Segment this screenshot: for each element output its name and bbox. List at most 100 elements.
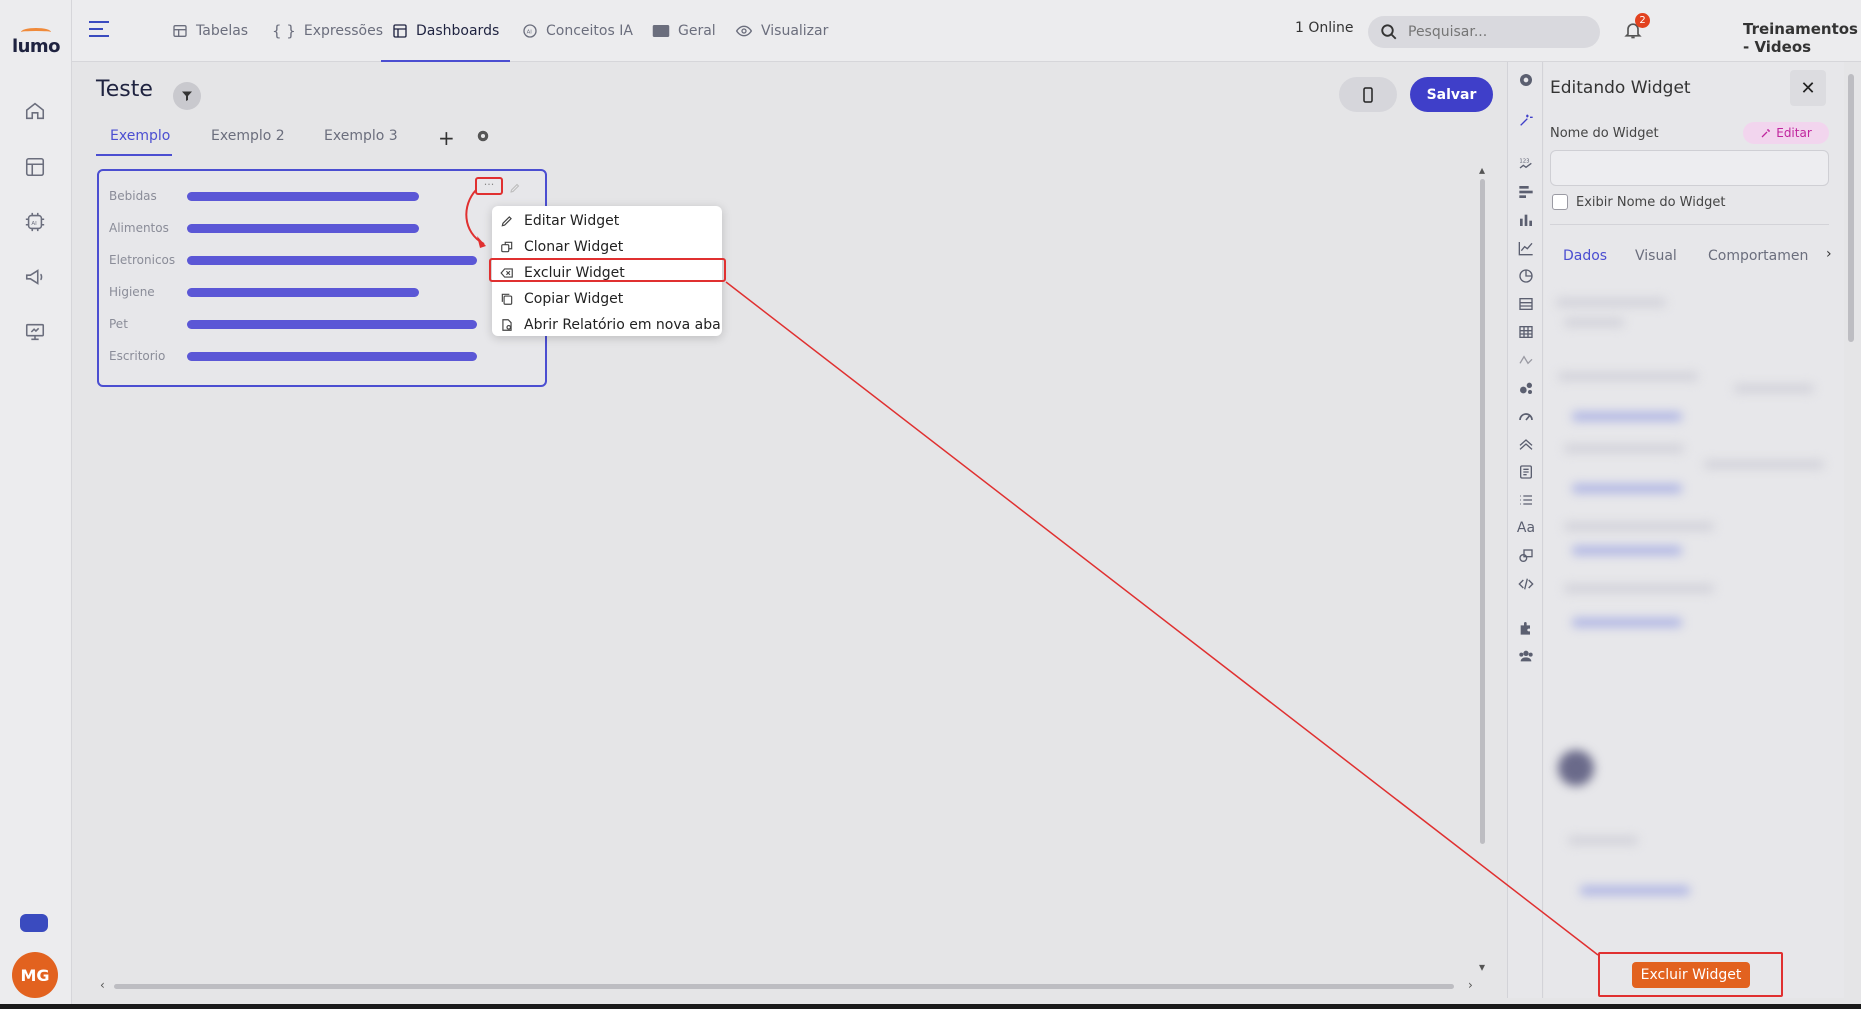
scroll-thumb[interactable] [1480, 179, 1485, 844]
text-icon[interactable]: Aa [1516, 518, 1536, 538]
tab-exemplo-2[interactable]: Exemplo 2 [211, 128, 285, 144]
gauge-icon[interactable] [1516, 406, 1536, 426]
chart-category-label: Higiene [109, 285, 155, 299]
app-logo[interactable]: lumo [8, 28, 64, 57]
tab-comportamento[interactable]: Comportamen [1708, 248, 1808, 264]
nav-dashboards-label: Dashboards [416, 23, 500, 39]
nav-expressoes-label: Expressões [303, 23, 383, 39]
number-card-icon[interactable]: 123 [1516, 154, 1536, 174]
chart-bar[interactable] [187, 319, 477, 329]
divider [1550, 224, 1829, 225]
bar-chart-icon[interactable] [1516, 210, 1536, 230]
panel-title: Editando Widget [1550, 78, 1691, 98]
show-name-label: Exibir Nome do Widget [1576, 194, 1726, 210]
chart-bar[interactable] [187, 287, 419, 297]
widget-name-input[interactable] [1550, 150, 1829, 186]
scroll-thumb[interactable] [1848, 74, 1854, 342]
list-card-icon[interactable] [1516, 294, 1536, 314]
nav-geral[interactable]: Geral [652, 18, 716, 44]
shapes-icon[interactable] [1516, 546, 1536, 566]
presentation-icon[interactable] [18, 315, 52, 349]
save-button[interactable]: Salvar [1410, 77, 1493, 112]
puzzle-icon[interactable] [1516, 618, 1536, 638]
widget-editor-panel: Editando Widget ✕ Nome do Widget Editar … [1544, 62, 1844, 998]
tab-exemplo[interactable]: Exemplo [110, 128, 170, 144]
code-icon[interactable] [1516, 574, 1536, 594]
megaphone-icon[interactable] [18, 260, 52, 294]
menu-item-copiar-widget[interactable]: Copiar Widget [492, 286, 722, 312]
map-icon[interactable] [1516, 350, 1536, 370]
search-input[interactable] [1408, 24, 1578, 40]
clone-icon [501, 241, 513, 253]
chart-category-label: Pet [109, 317, 128, 331]
show-name-row[interactable]: Exibir Nome do Widget [1552, 194, 1725, 210]
chart-bar[interactable] [187, 223, 419, 233]
left-sidebar: lumo AI MG [0, 0, 72, 1009]
top-navigation: Tabelas { } Expressões Dashboards AI Con… [72, 0, 1861, 62]
logo-text: lumo [11, 36, 61, 57]
table-icon[interactable] [1516, 322, 1536, 342]
pencil-icon [501, 216, 512, 227]
tab-dados[interactable]: Dados [1563, 248, 1607, 264]
add-tab-icon[interactable]: + [438, 126, 455, 150]
chart-bar[interactable] [187, 191, 419, 201]
users-icon[interactable] [1516, 646, 1536, 666]
avatar[interactable]: MG [12, 952, 58, 998]
menu-item-abrir-relatorio[interactable]: Abrir Relatório em nova aba [492, 312, 722, 338]
nav-visualizar[interactable]: Visualizar [735, 18, 828, 44]
pie-chart-icon[interactable] [1516, 266, 1536, 286]
tab-visual[interactable]: Visual [1635, 248, 1677, 264]
list-icon[interactable] [1516, 490, 1536, 510]
close-icon[interactable]: ✕ [1790, 70, 1826, 106]
horizontal-bar-chart-icon[interactable] [1516, 182, 1536, 202]
dashboard-icon[interactable] [18, 150, 52, 184]
notification-badge: 2 [1635, 13, 1650, 28]
tab-settings-gear-icon[interactable] [476, 128, 492, 144]
mobile-preview-button[interactable] [1339, 77, 1397, 112]
tab-exemplo-3[interactable]: Exemplo 3 [324, 128, 398, 144]
panel-scrollbar[interactable] [1846, 62, 1856, 998]
magic-wand-icon [1761, 129, 1771, 138]
chat-icon[interactable] [20, 914, 48, 932]
scroll-left-arrow-icon[interactable]: ‹ [100, 978, 105, 992]
search-box[interactable] [1368, 16, 1600, 48]
menu-item-editar-widget[interactable]: Editar Widget [492, 208, 722, 234]
chart-bar[interactable] [187, 351, 477, 361]
show-name-checkbox[interactable] [1552, 194, 1568, 210]
nav-conceitos-ia[interactable]: AI Conceitos IA [522, 18, 633, 44]
scroll-thumb[interactable] [114, 984, 1454, 989]
ai-icon: AI [523, 24, 537, 38]
chart-bar[interactable] [187, 255, 477, 265]
document-icon[interactable] [1516, 462, 1536, 482]
edit-name-button[interactable]: Editar [1743, 122, 1829, 144]
home-icon[interactable] [18, 94, 52, 128]
area-chart-icon[interactable] [1516, 434, 1536, 454]
canvas-horizontal-scrollbar[interactable]: ‹ › [96, 978, 1480, 994]
nav-tabelas[interactable]: Tabelas [172, 18, 248, 44]
line-chart-icon[interactable] [1516, 238, 1536, 258]
nav-conceitos-ia-label: Conceitos IA [546, 23, 633, 39]
menu-item-label: Copiar Widget [524, 291, 624, 307]
bar-chart-widget[interactable]: Bebidas Alimentos Eletronicos Higiene Pet Esc… [97, 169, 547, 387]
chart-bar-row: Bebidas [109, 189, 419, 203]
widget-edit-icon[interactable] [509, 179, 521, 193]
chevron-right-icon[interactable]: › [1826, 246, 1832, 262]
nav-dashboards[interactable]: Dashboards [392, 18, 499, 44]
hamburger-menu-icon[interactable] [88, 20, 110, 38]
menu-item-clonar-widget[interactable]: Clonar Widget [492, 234, 722, 260]
filter-icon [182, 91, 192, 101]
bubble-chart-icon[interactable] [1516, 378, 1536, 398]
magic-wand-icon[interactable] [1516, 110, 1536, 130]
canvas-vertical-scrollbar[interactable]: ▴ ▾ [1479, 163, 1487, 975]
widget-menu-button[interactable]: ··· [475, 177, 503, 195]
open-report-icon [502, 319, 512, 331]
scroll-right-arrow-icon[interactable]: › [1468, 978, 1473, 992]
scroll-up-arrow-icon[interactable]: ▴ [1479, 163, 1485, 177]
nav-expressoes[interactable]: { } Expressões [272, 18, 383, 44]
workspace-name[interactable]: Treinamentos - Videos [1743, 20, 1861, 56]
filter-button[interactable] [173, 82, 201, 110]
scroll-down-arrow-icon[interactable]: ▾ [1479, 960, 1485, 974]
gear-icon[interactable] [1516, 70, 1536, 90]
svg-text:123: 123 [1519, 159, 1529, 165]
ai-chip-icon[interactable]: AI [18, 205, 52, 239]
